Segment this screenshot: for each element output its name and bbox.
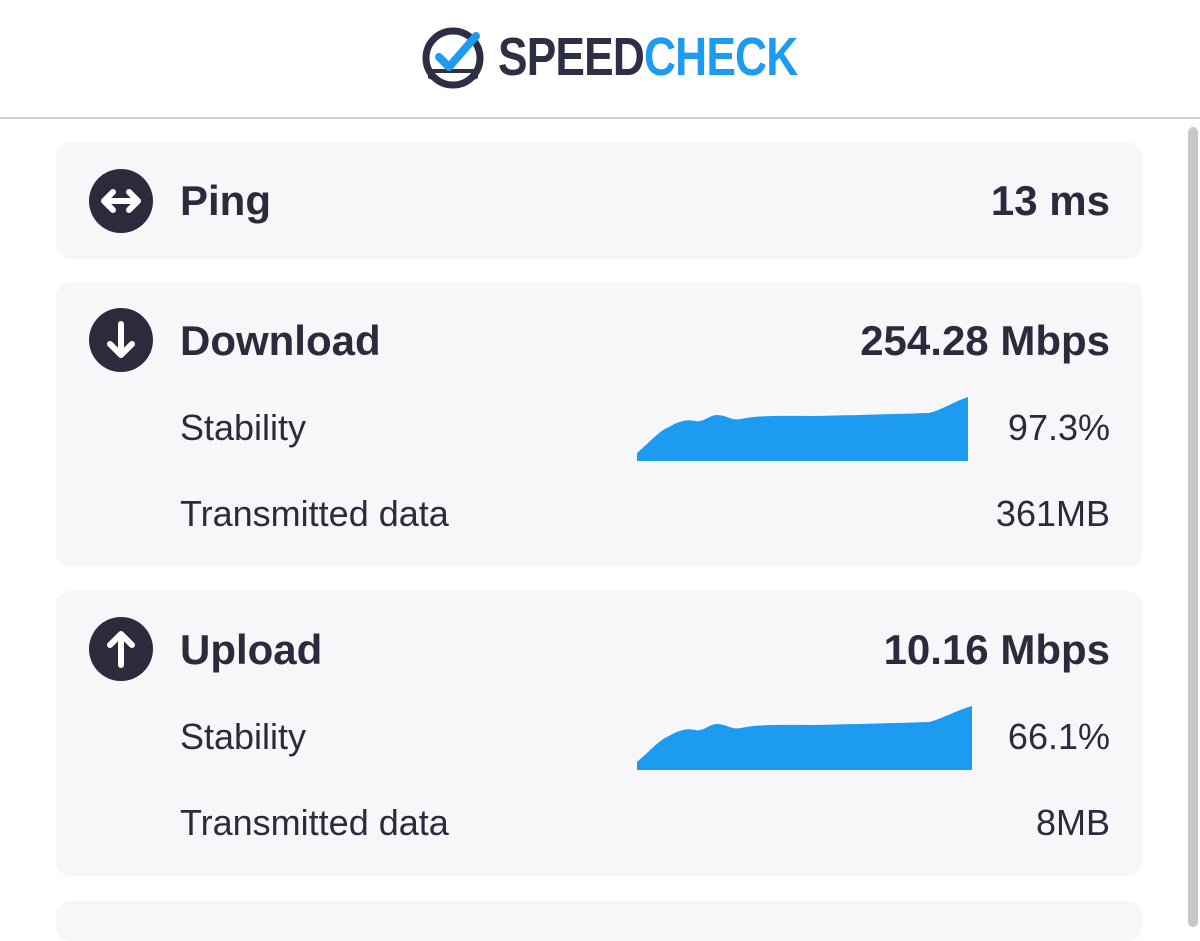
ping-label: Ping [180, 177, 271, 224]
download-value: 254.28 Mbps [860, 317, 1110, 364]
download-transmitted-label: Transmitted data [180, 493, 449, 534]
download-transmitted-value: 361MB [995, 493, 1110, 534]
download-stability-graph [637, 397, 968, 461]
upload-stability-value: 66.1% [1007, 716, 1110, 757]
logo-wordmark: SPEEDCHECK [498, 27, 798, 87]
ping-card: Ping 13 ms [56, 142, 1142, 259]
double-arrow-icon [89, 169, 153, 233]
upload-transmitted-value: 8MB [1035, 802, 1110, 843]
upload-stability-graph [637, 706, 972, 770]
upload-transmitted-label: Transmitted data [180, 802, 449, 843]
arrow-down-icon [89, 308, 153, 372]
download-stability-value: 97.3% [1007, 407, 1110, 448]
app-header: SPEEDCHECK [0, 0, 1200, 119]
scrollbar[interactable] [1188, 127, 1198, 927]
arrow-up-icon [89, 617, 153, 681]
next-card [56, 901, 1142, 941]
results-panel[interactable]: Ping 13 ms Download 254.28 Mbps Stabilit… [0, 119, 1200, 941]
upload-stability-label: Stability [180, 716, 307, 757]
speedcheck-logo: SPEEDCHECK [418, 22, 863, 92]
upload-value: 10.16 Mbps [883, 626, 1110, 673]
download-stability-label: Stability [180, 407, 307, 448]
download-label: Download [180, 317, 381, 364]
upload-card: Upload 10.16 Mbps Stability 66.1% Transm… [56, 591, 1142, 876]
logo-check-text: CHECK [644, 27, 798, 87]
ping-value: 13 ms [990, 177, 1110, 224]
upload-label: Upload [180, 626, 323, 673]
speedometer-check-icon [422, 27, 484, 89]
logo-speed-text: SPEED [498, 27, 645, 87]
download-card: Download 254.28 Mbps Stability 97.3% Tra… [56, 282, 1142, 567]
